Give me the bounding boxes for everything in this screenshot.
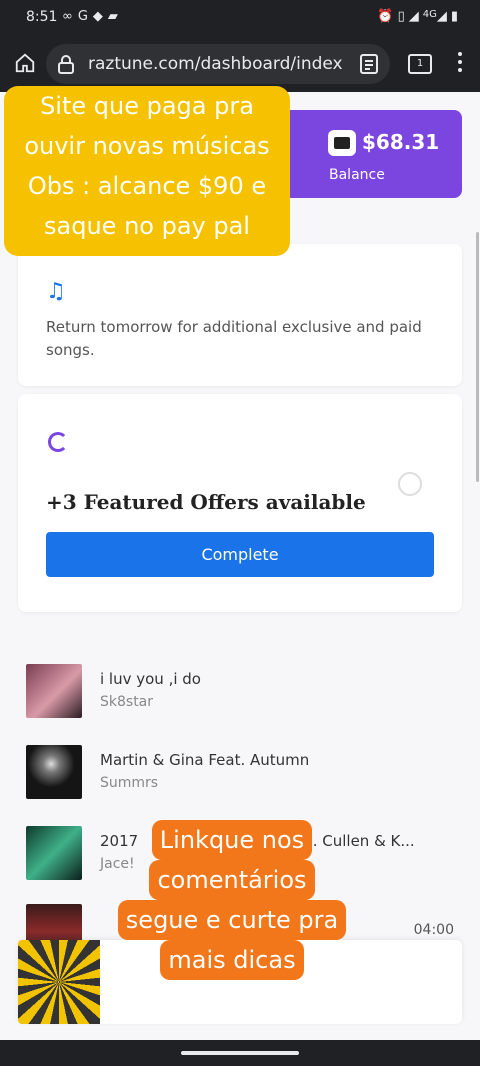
caption-line: segue e curte pra [117, 900, 347, 940]
balance-card: $68.31 Balance [282, 110, 462, 198]
vibrate-icon: ▯ [397, 9, 409, 24]
list-item[interactable]: Martin & Gina Feat. Autumn Summrs [26, 745, 466, 801]
caption-line: Linkque nos [151, 820, 313, 860]
loading-ring-icon [398, 472, 422, 496]
song-cover [26, 664, 82, 718]
caption-line: ouvir novas músicas [24, 132, 270, 160]
orange-caption-overlay: Linkque nos comentários segue e curte pr… [98, 820, 366, 990]
song-title: i luv you ,i do [100, 670, 201, 688]
browser-toolbar: raztune.com/dashboard/index 1 [0, 36, 480, 92]
song-artist: Summrs [100, 775, 159, 791]
wifi-signal-icon: ◢ [408, 9, 423, 24]
song-cover [26, 745, 82, 799]
lock-icon[interactable] [56, 54, 76, 74]
song-artist: Sk8star [100, 694, 154, 710]
list-item[interactable]: i luv you ,i do Sk8star [26, 664, 466, 720]
shield-icon: ◆ [92, 9, 108, 24]
home-gesture-handle[interactable] [181, 1051, 299, 1055]
network-type: 4G [422, 9, 437, 20]
url-text[interactable]: raztune.com/dashboard/index [88, 54, 343, 74]
player-artwork [18, 940, 100, 1024]
page-scrollbar[interactable] [476, 232, 479, 482]
caption-line: Obs : alcance $90 e [27, 172, 267, 200]
system-icons: ⏰▯◢4G◢▮ [377, 9, 462, 24]
google-icon: G [77, 9, 93, 24]
info-text: Return tomorrow for additional exclusive… [46, 318, 422, 359]
song-cover [26, 826, 82, 880]
tab-switcher-button[interactable]: 1 [408, 54, 432, 74]
caption-line: comentários [149, 860, 315, 900]
notification-icons: ∞G◆▰ [62, 9, 123, 24]
loading-spinner-icon [48, 432, 68, 452]
wallet-icon [328, 130, 356, 156]
offers-title: +3 Featured Offers available [46, 490, 366, 514]
song-title: Martin & Gina Feat. Autumn [100, 751, 310, 769]
caption-line: mais dicas [160, 940, 304, 980]
caption-line: saque no pay pal [44, 212, 250, 240]
reader-mode-icon[interactable] [360, 54, 378, 74]
balance-amount: $68.31 [362, 130, 440, 154]
voicemail-icon: ∞ [62, 9, 78, 24]
cell-signal-icon: ◢ [436, 9, 451, 24]
battery-icon: ▮ [450, 9, 462, 24]
info-card: ♫ Return tomorrow for additional exclusi… [18, 244, 462, 386]
home-icon[interactable] [14, 52, 36, 74]
alarm-icon: ⏰ [377, 9, 398, 24]
complete-button[interactable]: Complete [46, 532, 434, 577]
balance-label: Balance [329, 167, 385, 183]
music-note-icon: ♫ [46, 279, 66, 304]
more-menu-icon[interactable] [456, 52, 464, 76]
caption-line: Site que paga pra [40, 92, 254, 120]
status-time: 8:51 [26, 9, 58, 25]
navigation-bar [0, 1040, 480, 1066]
yellow-caption-overlay: Site que paga pra ouvir novas músicas Ob… [4, 86, 290, 256]
message-icon: ▰ [107, 9, 123, 24]
address-bar[interactable]: raztune.com/dashboard/index [46, 44, 390, 84]
track-duration: 04:00 [413, 922, 454, 938]
status-bar: 8:51 ∞G◆▰ ⏰▯◢4G◢▮ [0, 0, 480, 36]
offers-card: +3 Featured Offers available Complete [18, 394, 462, 612]
